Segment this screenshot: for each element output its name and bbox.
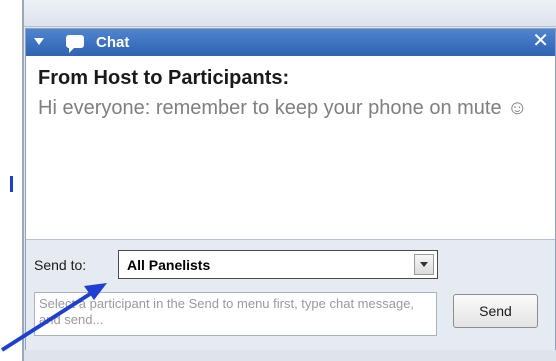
close-icon[interactable]: ✕ <box>532 30 549 52</box>
chat-titlebar: Chat ✕ <box>26 29 555 56</box>
send-to-value: All Panelists <box>127 257 211 273</box>
speech-bubble-icon <box>66 35 84 53</box>
chevron-down-icon <box>420 262 428 267</box>
dropdown-button[interactable] <box>414 254 434 275</box>
send-to-dropdown[interactable]: All Panelists <box>118 250 438 279</box>
compose-area: Send to: All Panelists Send <box>26 239 555 350</box>
annotation-mark <box>10 176 13 192</box>
top-toolbar-strip <box>24 0 556 27</box>
chat-panel: Chat ✕ From Host to Participants: Hi eve… <box>25 28 556 350</box>
chat-messages: From Host to Participants: Hi everyone: … <box>38 65 543 123</box>
chat-title: Chat <box>96 34 130 51</box>
triangle-down-icon[interactable] <box>34 38 44 45</box>
send-button[interactable]: Send <box>453 294 538 328</box>
screenshot-stage: Chat ✕ From Host to Participants: Hi eve… <box>0 0 556 361</box>
chat-message-input[interactable] <box>34 292 437 336</box>
send-to-label: Send to: <box>34 257 87 273</box>
message-text: Hi everyone: remember to keep your phone… <box>38 97 528 119</box>
message-sender: From Host to Participants: <box>38 67 290 89</box>
